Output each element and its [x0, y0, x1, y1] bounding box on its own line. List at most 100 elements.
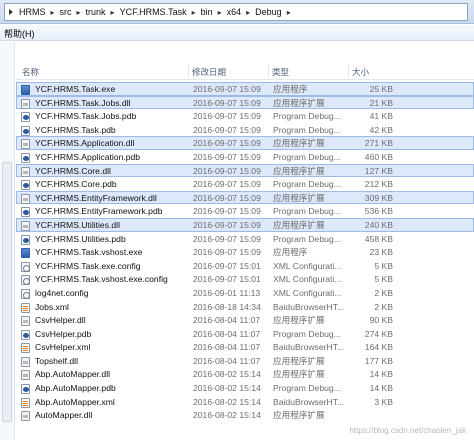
menu-help[interactable]: 帮助(H): [4, 27, 35, 40]
file-row[interactable]: YCF.HRMS.Task.exe 2016-09-07 15:09 应用程序 25 …: [16, 82, 474, 96]
file-row[interactable]: YCF.HRMS.Application.pdb 2016-09-07 15:09…: [16, 150, 474, 164]
file-type: BaiduBrowserHT...: [273, 342, 345, 353]
file-date: 2016-09-07 15:09: [193, 151, 261, 162]
file-name: YCF.HRMS.EntityFramework.pdb: [35, 206, 163, 217]
breadcrumb-separator-icon[interactable]: ▸: [111, 8, 115, 17]
file-list: YCF.HRMS.Task.exe 2016-09-07 15:09 应用程序 25 …: [16, 82, 474, 422]
config-file-icon: [21, 288, 30, 299]
file-date: 2016-08-02 15:14: [193, 369, 261, 380]
breadcrumb-separator-icon[interactable]: ▸: [77, 8, 81, 17]
file-size: 14 KB: [369, 383, 393, 394]
column-type[interactable]: 类型: [272, 66, 289, 78]
column-divider[interactable]: [188, 64, 189, 78]
breadcrumb-separator-icon[interactable]: ▸: [218, 8, 222, 17]
config-file-icon: [21, 275, 30, 286]
breadcrumb-separator-icon[interactable]: ▸: [51, 8, 55, 17]
file-row[interactable]: CsvHelper.pdb 2016-08-04 11:07 Program Deb…: [16, 327, 474, 341]
column-name[interactable]: 名称: [22, 66, 39, 78]
file-row[interactable]: YCF.HRMS.Core.dll 2016-09-07 15:09 应用程序扩展 1…: [16, 163, 474, 178]
dll-file-icon: [21, 139, 30, 150]
file-name: YCF.HRMS.Core.dll: [35, 165, 111, 176]
breadcrumb-separator-icon[interactable]: ▸: [287, 8, 291, 17]
file-date: 2016-09-01 11:13: [193, 287, 261, 298]
file-type: Program Debug...: [273, 124, 341, 135]
breadcrumb-item-bin[interactable]: bin: [201, 7, 213, 17]
file-row[interactable]: Jobs.xml 2016-08-18 14:34 BaiduBrowserHT..…: [16, 300, 474, 314]
breadcrumb-separator-icon[interactable]: ▸: [246, 8, 250, 17]
file-row[interactable]: YCF.HRMS.EntityFramework.dll 2016-09-07 1…: [16, 190, 474, 205]
breadcrumb-separator-icon[interactable]: ▸: [192, 8, 196, 17]
file-size: 2 KB: [374, 287, 393, 298]
file-size: 309 KB: [364, 192, 393, 203]
dll-file-icon: [21, 356, 30, 367]
file-name: Jobs.xml: [35, 301, 69, 312]
breadcrumb-item-src[interactable]: src: [60, 7, 72, 17]
file-type: 应用程序扩展: [273, 410, 325, 421]
file-date: 2016-09-07 15:09: [193, 111, 261, 122]
file-row[interactable]: YCF.HRMS.Core.pdb 2016-09-07 15:09 Program…: [16, 177, 474, 191]
file-date: 2016-08-02 15:14: [193, 383, 261, 394]
file-row[interactable]: YCF.HRMS.Application.dll 2016-09-07 15:09…: [16, 136, 474, 150]
file-type: 应用程序扩展: [273, 165, 325, 176]
breadcrumb-item-hrms[interactable]: HRMS: [19, 7, 46, 17]
file-type: 应用程序扩展: [273, 138, 325, 149]
column-divider[interactable]: [348, 64, 349, 78]
dll-file-icon: [21, 98, 30, 109]
file-type: Program Debug...: [273, 206, 341, 217]
file-name: Abp.AutoMapper.xml: [35, 396, 115, 407]
file-type: 应用程序扩展: [273, 369, 325, 380]
navigation-pane-scrollbar[interactable]: [0, 42, 15, 440]
file-row[interactable]: YCF.HRMS.Utilities.pdb 2016-09-07 15:09 Pr…: [16, 232, 474, 246]
file-row[interactable]: YCF.HRMS.Task.exe.config 2016-09-07 15:01…: [16, 259, 474, 273]
file-type: BaiduBrowserHT...: [273, 396, 345, 407]
file-row[interactable]: YCF.HRMS.EntityFramework.pdb 2016-09-07 1…: [16, 204, 474, 218]
file-date: 2016-09-07 15:09: [193, 206, 261, 217]
file-row[interactable]: YCF.HRMS.Task.vshost.exe.config 2016-09-0…: [16, 272, 474, 286]
address-bar[interactable]: HRMS ▸ src ▸ trunk ▸ YCF.HRMS.Task ▸ bin…: [0, 0, 474, 24]
breadcrumb-item-x64[interactable]: x64: [227, 7, 242, 17]
file-type: Program Debug...: [273, 111, 341, 122]
breadcrumb-item-debug[interactable]: Debug: [255, 7, 282, 17]
file-date: 2016-08-04 11:07: [193, 342, 261, 353]
column-size[interactable]: 大小: [352, 66, 369, 78]
file-row[interactable]: Abp.AutoMapper.dll 2016-08-02 15:14 应用程序扩展…: [16, 367, 474, 381]
file-name: YCF.HRMS.Task.Jobs.pdb: [35, 111, 137, 122]
file-row[interactable]: Abp.AutoMapper.xml 2016-08-02 15:14 BaiduB…: [16, 395, 474, 409]
file-row[interactable]: log4net.config 2016-09-01 11:13 XML Config…: [16, 286, 474, 300]
file-size: 536 KB: [364, 206, 393, 217]
column-date[interactable]: 修改日期: [192, 66, 226, 78]
pdb-file-icon: [21, 112, 30, 123]
scrollbar-thumb[interactable]: [2, 162, 12, 422]
file-date: 2016-09-07 15:09: [193, 192, 261, 203]
file-size: 458 KB: [364, 233, 393, 244]
file-row[interactable]: YCF.HRMS.Task.pdb 2016-09-07 15:09 Program…: [16, 123, 474, 137]
dll-file-icon: [21, 316, 30, 327]
file-date: 2016-08-02 15:14: [193, 410, 261, 421]
pdb-file-icon: [21, 207, 30, 218]
file-size: 21 KB: [369, 97, 393, 108]
file-size: 90 KB: [369, 315, 393, 326]
file-date: 2016-09-07 15:09: [193, 124, 261, 135]
file-type: 应用程序: [273, 247, 308, 258]
file-row[interactable]: CsvHelper.dll 2016-08-04 11:07 应用程序扩展 90 KB: [16, 313, 474, 327]
file-row[interactable]: YCF.HRMS.Task.Jobs.dll 2016-09-07 15:09 应用…: [16, 95, 474, 110]
file-row[interactable]: YCF.HRMS.Task.Jobs.pdb 2016-09-07 15:09 Pr…: [16, 109, 474, 123]
file-name: YCF.HRMS.EntityFramework.dll: [35, 192, 157, 203]
file-row[interactable]: CsvHelper.xml 2016-08-04 11:07 BaiduBrowse…: [16, 340, 474, 354]
file-date: 2016-09-07 15:09: [193, 233, 261, 244]
config-file-icon: [21, 261, 30, 272]
file-row[interactable]: AutoMapper.dll 2016-08-02 15:14 应用程序扩展: [16, 408, 474, 422]
xml-file-icon: [21, 343, 30, 354]
breadcrumb-item-trunk[interactable]: trunk: [86, 7, 106, 17]
file-row[interactable]: YCF.HRMS.Utilities.dll 2016-09-07 15:09 应用…: [16, 217, 474, 232]
column-divider[interactable]: [268, 64, 269, 78]
file-row[interactable]: Topshelf.dll 2016-08-04 11:07 应用程序扩展 177 KB: [16, 354, 474, 368]
breadcrumb[interactable]: HRMS ▸ src ▸ trunk ▸ YCF.HRMS.Task ▸ bin…: [4, 3, 468, 21]
dll-file-icon: [21, 166, 30, 177]
pdb-file-icon: [21, 152, 30, 163]
breadcrumb-item-task[interactable]: YCF.HRMS.Task: [120, 7, 187, 17]
file-name: YCF.HRMS.Task.vshost.exe: [35, 247, 143, 258]
folder-arrow-icon: [9, 9, 13, 15]
file-row[interactable]: Abp.AutoMapper.pdb 2016-08-02 15:14 Progra…: [16, 381, 474, 395]
file-row[interactable]: YCF.HRMS.Task.vshost.exe 2016-09-07 15:09…: [16, 245, 474, 259]
